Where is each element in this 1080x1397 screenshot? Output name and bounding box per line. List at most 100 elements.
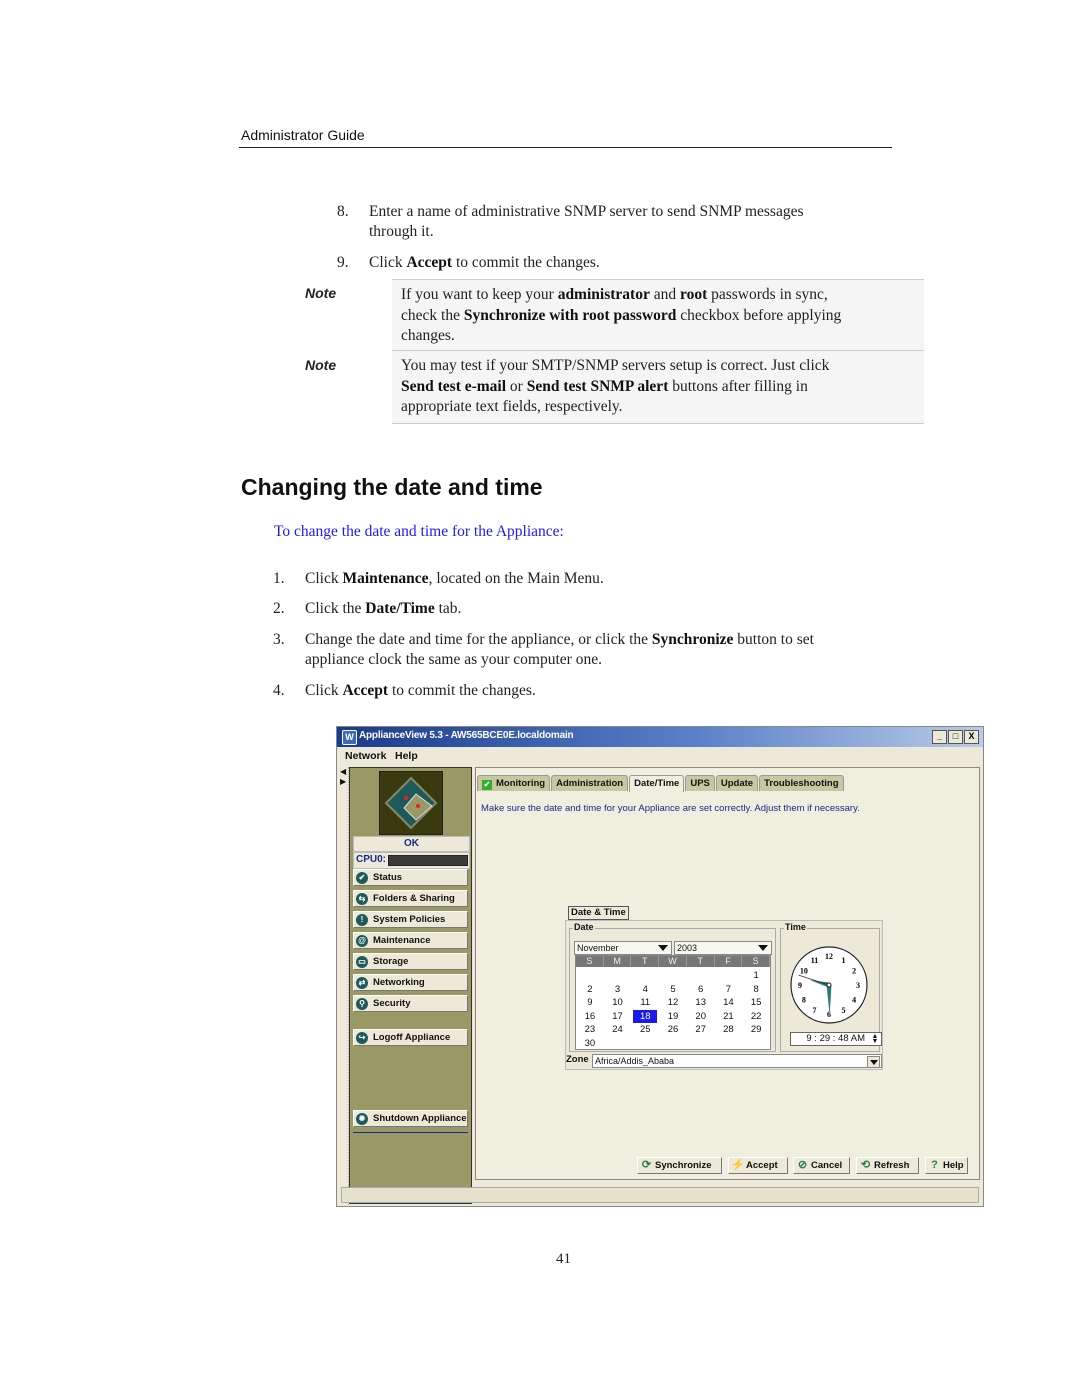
step-number: 2.: [273, 600, 285, 617]
calendar-day[interactable]: 29: [742, 1023, 770, 1037]
calendar-day[interactable]: 13: [687, 996, 715, 1010]
calendar-day[interactable]: 14: [715, 996, 743, 1010]
calendar-day[interactable]: 9: [576, 996, 604, 1010]
nav-label: Maintenance: [373, 935, 431, 946]
arrow-right-icon[interactable]: ▶: [340, 777, 346, 786]
dropdown-arrow-icon: [867, 1056, 880, 1068]
step-number: 1.: [273, 570, 285, 587]
weekday-label: S: [742, 956, 771, 967]
tab-update[interactable]: Update: [715, 775, 759, 791]
text: passwords in sync,: [707, 286, 828, 303]
calendar-empty: [631, 969, 659, 983]
cancel-button[interactable]: ⊘ Cancel: [793, 1157, 850, 1174]
calendar-day[interactable]: 4: [631, 983, 659, 997]
button-label: Synchronize: [655, 1160, 712, 1171]
refresh-button[interactable]: ⟲ Refresh: [856, 1157, 919, 1174]
tab-date-time[interactable]: Date/Time: [629, 775, 685, 792]
tab-troubleshooting[interactable]: Troubleshooting: [759, 775, 844, 791]
calendar-day[interactable]: 30: [576, 1037, 604, 1051]
nav-storage[interactable]: ▭ Storage: [353, 953, 468, 970]
nav-status[interactable]: ✔ Status: [353, 869, 468, 886]
step-number: 8.: [337, 203, 349, 220]
calendar-day[interactable]: 1: [742, 969, 770, 983]
nav-label: Storage: [373, 956, 409, 967]
calendar-day[interactable]: 21: [715, 1010, 743, 1024]
accept-button[interactable]: ⚡Accept: [728, 1157, 788, 1174]
clock-numeral: 5: [842, 1006, 846, 1015]
zone-select[interactable]: Africa/Addis_Ababa: [592, 1054, 882, 1068]
nav-label: Folders & Sharing: [373, 893, 455, 904]
calendar-day[interactable]: 5: [659, 983, 687, 997]
help-button[interactable]: ? Help: [925, 1157, 968, 1174]
calendar-day[interactable]: 16: [576, 1010, 604, 1024]
calendar-day[interactable]: 17: [604, 1010, 632, 1024]
arrow-left-icon[interactable]: ◀: [340, 767, 346, 776]
time-spinner[interactable]: 9 : 29 : 48 AM ▲ ▼: [790, 1032, 882, 1046]
calendar-day[interactable]: 3: [604, 983, 632, 997]
calendar-day[interactable]: 27: [687, 1023, 715, 1037]
close-button[interactable]: X: [964, 730, 979, 744]
title-bar[interactable]: W ApplianceView 5.3 - AW565BCE0E.localdo…: [337, 727, 983, 747]
page-number: 41: [556, 1251, 571, 1267]
nav-system-policies[interactable]: ! System Policies: [353, 911, 468, 928]
step-number: 9.: [337, 254, 349, 271]
calendar-empty: [687, 969, 715, 983]
clock-numeral: 6: [827, 1010, 831, 1019]
calendar-day[interactable]: 22: [742, 1010, 770, 1024]
calendar-day[interactable]: 20: [687, 1010, 715, 1024]
nav-security[interactable]: ⚲ Security: [353, 995, 468, 1012]
step-text: Click Maintenance, located on the Main M…: [305, 569, 604, 589]
calendar-day[interactable]: 23: [576, 1023, 604, 1037]
clock-numeral: 9: [798, 981, 802, 990]
tab-monitoring[interactable]: ✔ Monitoring: [477, 775, 551, 791]
spinner-arrows-icon[interactable]: ▲ ▼: [870, 1033, 880, 1045]
month-select[interactable]: November: [574, 941, 672, 955]
calendar-day[interactable]: 8: [742, 983, 770, 997]
calendar-day[interactable]: 7: [715, 983, 743, 997]
zone-label: Zone: [566, 1054, 589, 1065]
calendar-empty: [576, 969, 604, 983]
zone-value: Africa/Addis_Ababa: [595, 1056, 675, 1066]
sync-icon: ⟳: [641, 1159, 652, 1171]
calendar-day[interactable]: 24: [604, 1023, 632, 1037]
nav-networking[interactable]: ⇄ Networking: [353, 974, 468, 991]
calendar-day-selected[interactable]: 18: [633, 1009, 658, 1023]
text: and: [649, 286, 680, 303]
collapse-strip[interactable]: ◀ ▶: [339, 767, 349, 1207]
menu-help[interactable]: Help: [395, 750, 418, 762]
power-icon: ✹: [356, 1113, 368, 1125]
calendar-day[interactable]: 28: [715, 1023, 743, 1037]
calendar-day[interactable]: 10: [604, 996, 632, 1010]
clock-numeral: 8: [802, 996, 806, 1005]
calendar-day[interactable]: 12: [659, 996, 687, 1010]
running-header: Administrator Guide: [241, 127, 365, 143]
bold-term: Synchronize: [651, 631, 734, 648]
app-icon: W: [342, 730, 357, 745]
nav-maintenance[interactable]: @ Maintenance: [353, 932, 468, 949]
nav-logoff[interactable]: ↪ Logoff Appliance: [353, 1029, 468, 1046]
checkmark-icon: ✔: [482, 780, 492, 790]
calendar-day[interactable]: 6: [687, 983, 715, 997]
nav-label: Shutdown Appliance: [373, 1113, 467, 1124]
calendar-day[interactable]: 2: [576, 983, 604, 997]
step-text-cont: appliance clock the same as your compute…: [305, 651, 602, 668]
date-time-panel: Date November 2003 SMTWTFS 1 2 3 4 5 6 7 8 9 10 11…: [565, 920, 883, 1070]
tab-administration[interactable]: Administration: [551, 775, 629, 791]
appliance-logo: [379, 771, 443, 835]
calendar-day[interactable]: 25: [631, 1023, 659, 1037]
nav-shutdown[interactable]: ✹ Shutdown Appliance: [353, 1110, 468, 1127]
calendar-day[interactable]: 26: [659, 1023, 687, 1037]
tab-ups[interactable]: UPS: [685, 775, 715, 791]
minimize-button[interactable]: _: [932, 730, 947, 744]
calendar-day[interactable]: 19: [659, 1010, 687, 1024]
calendar-day[interactable]: 11: [631, 996, 659, 1010]
text: If you want to keep your: [401, 286, 558, 303]
menu-network[interactable]: Network: [345, 750, 386, 762]
calendar-day[interactable]: 15: [742, 996, 770, 1010]
bold-term: Accept: [342, 682, 389, 699]
year-select[interactable]: 2003: [674, 941, 772, 955]
synchronize-button[interactable]: ⟳ Synchronize: [637, 1157, 722, 1174]
maximize-button[interactable]: □: [948, 730, 963, 744]
nav-folders-sharing[interactable]: ⇆ Folders & Sharing: [353, 890, 468, 907]
text: , located on the Main Menu.: [428, 570, 604, 587]
